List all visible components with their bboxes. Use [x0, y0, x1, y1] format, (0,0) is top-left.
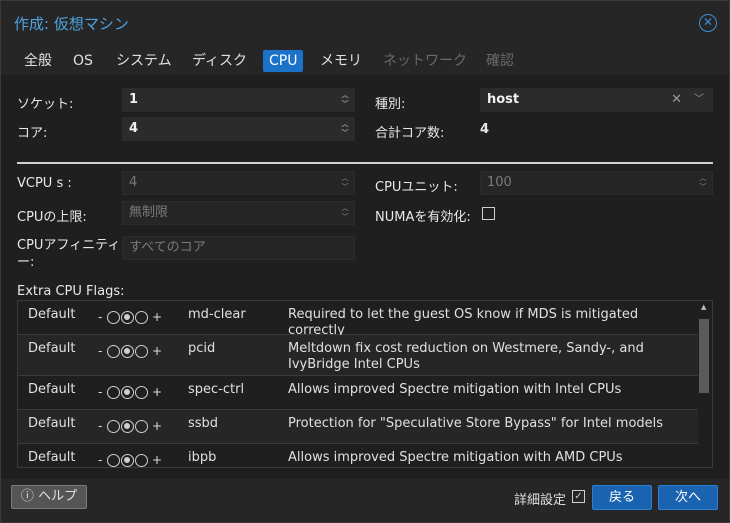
flag-description: Allows improved Spectre mitigation with … [288, 450, 623, 465]
on-radio[interactable] [134, 386, 148, 399]
vcpus-label: VCPU s : [17, 176, 72, 191]
help-button[interactable]: ⓘ ヘルプ [11, 485, 87, 509]
table-row: Default - + ibpb Allows improved Spectre… [18, 444, 698, 467]
tab-bar: 全般 OS システム ディスク CPU メモリ ネットワーク 確認 [1, 45, 729, 75]
cpu-affinity-input: すべてのコア [122, 236, 355, 260]
next-button[interactable]: 次へ [658, 485, 718, 510]
cpu-flags-grid: Default - + md-clear Required to let the… [17, 300, 713, 468]
table-row: Default - + md-clear Required to let the… [18, 301, 698, 338]
flag-state: Default [28, 450, 76, 465]
help-icon: ⓘ [20, 489, 34, 504]
cpu-limit-spinner: 無制限 ︿ ﹀ [122, 201, 355, 225]
sockets-value: 1 [129, 92, 139, 107]
tab-disk[interactable]: ディスク [186, 50, 253, 72]
cores-value: 4 [129, 121, 139, 136]
cpu-limit-value: 無制限 [129, 205, 169, 220]
flag-toggle: - + [98, 385, 163, 399]
table-row: Default - + ssbd Protection for "Specula… [18, 410, 698, 444]
flag-description: Allows improved Spectre mitigation with … [288, 382, 622, 397]
numa-label: NUMAを有効化: [375, 210, 471, 225]
chevron-down-icon[interactable]: ﹀ [694, 89, 704, 111]
spinner-arrows-icon: ︿ ﹀ [341, 204, 349, 221]
total-cores-value: 4 [480, 122, 490, 137]
flag-description: Meltdown fix cost reduction on Westmere,… [288, 341, 644, 372]
off-radio[interactable] [106, 420, 120, 433]
flag-description: Protection for "Speculative Store Bypass… [288, 416, 664, 431]
flag-state: Default [28, 341, 76, 356]
table-row: Default - + spec-ctrl Allows improved Sp… [18, 376, 698, 410]
total-cores-label: 合計コア数: [375, 126, 445, 141]
dialog-footer: ⓘ ヘルプ 詳細設定 ✓ 戻る 次へ [1, 479, 729, 522]
vcpus-value: 4 [129, 175, 138, 190]
spinner-arrows-icon: ︿ ﹀ [699, 174, 707, 191]
cpu-type-value: host [487, 92, 520, 107]
clear-icon[interactable]: ✕ [671, 89, 682, 111]
flag-toggle: - + [98, 344, 163, 358]
default-radio[interactable] [120, 386, 134, 399]
spinner-arrows-icon: ︿ ﹀ [341, 174, 349, 191]
off-radio[interactable] [106, 386, 120, 399]
cpu-type-select[interactable]: host ✕ ﹀ [480, 88, 713, 112]
spinner-arrows-icon[interactable]: ︿ ﹀ [340, 91, 350, 109]
default-radio[interactable] [120, 311, 134, 324]
dialog-title: 作成: 仮想マシン [14, 15, 129, 33]
cpu-affinity-label-2: ー: [17, 255, 35, 270]
tab-general[interactable]: 全般 [18, 50, 58, 72]
cpu-affinity-placeholder: すべてのコア [129, 240, 206, 255]
table-row: Default - + pcid Meltdown fix cost reduc… [18, 335, 698, 376]
advanced-checkbox[interactable]: ✓ [572, 490, 585, 503]
flag-name: ssbd [188, 416, 219, 431]
tab-os[interactable]: OS [67, 50, 99, 72]
flag-toggle: - + [98, 453, 163, 467]
cpu-unit-value: 100 [487, 175, 512, 190]
create-vm-dialog: 作成: 仮想マシン ✕ 全般 OS システム ディスク CPU メモリ ネットワ… [0, 0, 730, 523]
dialog-titlebar: 作成: 仮想マシン ✕ [1, 1, 729, 45]
tab-cpu[interactable]: CPU [263, 50, 304, 72]
spinner-arrows-icon[interactable]: ︿ ﹀ [340, 120, 350, 138]
sockets-label: ソケット: [17, 97, 74, 112]
on-radio[interactable] [134, 454, 148, 467]
extra-cpu-flags-label: Extra CPU Flags: [17, 284, 125, 299]
default-radio[interactable] [120, 420, 134, 433]
default-radio[interactable] [120, 345, 134, 358]
close-icon[interactable]: ✕ [699, 14, 717, 32]
cores-spinner[interactable]: 4 ︿ ﹀ [122, 117, 355, 141]
tab-network: ネットワーク [383, 53, 467, 69]
default-radio[interactable] [120, 454, 134, 467]
grid-scrollbar[interactable]: ▲ [698, 303, 710, 463]
flag-toggle: - + [98, 310, 163, 324]
cpu-limit-label: CPUの上限: [17, 210, 87, 225]
flag-state: Default [28, 416, 76, 431]
flag-state: Default [28, 307, 76, 322]
flag-toggle: - + [98, 419, 163, 433]
scroll-up-icon[interactable]: ▲ [701, 303, 706, 311]
numa-checkbox[interactable] [482, 207, 495, 220]
on-radio[interactable] [134, 311, 148, 324]
off-radio[interactable] [106, 454, 120, 467]
on-radio[interactable] [134, 345, 148, 358]
flag-state: Default [28, 382, 76, 397]
flag-name: md-clear [188, 307, 246, 322]
back-button[interactable]: 戻る [592, 485, 652, 510]
on-radio[interactable] [134, 420, 148, 433]
advanced-label: 詳細設定 [514, 493, 567, 508]
tab-memory[interactable]: メモリ [314, 50, 368, 72]
tab-system[interactable]: システム [110, 50, 178, 72]
flag-name: spec-ctrl [188, 382, 245, 397]
flag-name: ibpb [188, 450, 217, 465]
cores-label: コア: [17, 126, 48, 141]
cpu-panel: ソケット: 1 ︿ ﹀ コア: 4 ︿ ﹀ 種別: host ✕ ﹀ 合計コア数: … [8, 77, 721, 469]
tab-confirm: 確認 [486, 53, 514, 69]
cpu-unit-label: CPUユニット: [375, 180, 458, 195]
flag-name: pcid [188, 341, 216, 356]
cpu-unit-spinner: 100 ︿ ﹀ [480, 171, 713, 195]
vcpus-spinner: 4 ︿ ﹀ [122, 171, 355, 195]
type-label: 種別: [375, 97, 406, 112]
sockets-spinner[interactable]: 1 ︿ ﹀ [122, 88, 355, 112]
scrollbar-thumb[interactable] [699, 319, 709, 393]
off-radio[interactable] [106, 311, 120, 324]
section-divider [17, 162, 713, 164]
off-radio[interactable] [106, 345, 120, 358]
